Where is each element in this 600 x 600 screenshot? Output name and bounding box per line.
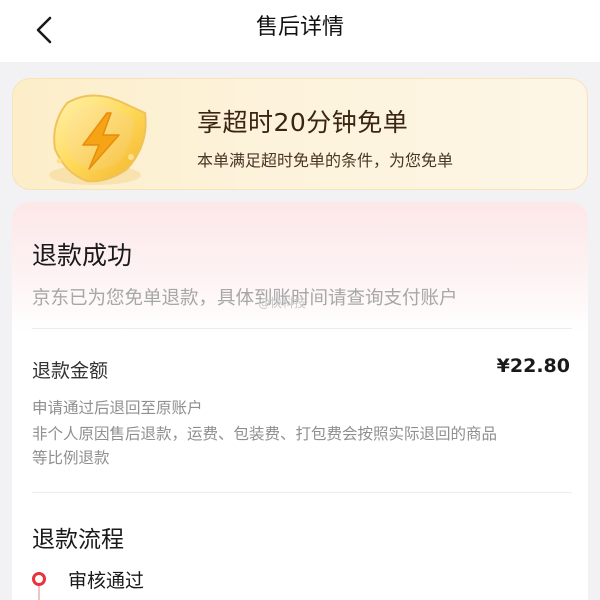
flow-step-label: 审核通过 bbox=[68, 570, 145, 592]
refund-note: 申请通过后退回至原账户 bbox=[32, 399, 203, 417]
divider bbox=[32, 328, 572, 329]
page-title: 售后详情 bbox=[255, 15, 344, 40]
refund-detail-card: 退款成功 京东已为您免单退款，具体到账时间请查询支付账户 退款金额 ¥22.80… bbox=[12, 202, 588, 600]
refund-note: 非个人原因售后退款，运费、包装费、打包费会按照实际退回的商品 bbox=[32, 425, 498, 443]
divider bbox=[32, 492, 572, 493]
nav-bar: 售后详情 bbox=[0, 0, 600, 62]
free-order-promo-card: 享超时20分钟免单 本单满足超时免单的条件，为您免单 bbox=[12, 78, 588, 190]
refund-note: 等比例退款 bbox=[32, 449, 110, 467]
watermark: @快科技 bbox=[258, 296, 307, 310]
step-connector bbox=[38, 586, 40, 600]
refund-flow-title: 退款流程 bbox=[32, 527, 124, 553]
step-dot-icon bbox=[32, 572, 46, 586]
refund-status-title: 退款成功 bbox=[32, 241, 133, 270]
refund-amount-value: ¥22.80 bbox=[496, 355, 570, 377]
promo-title: 享超时20分钟免单 bbox=[197, 108, 409, 137]
promo-subtitle: 本单满足超时免单的条件，为您免单 bbox=[197, 151, 454, 170]
lightning-shield-icon bbox=[27, 83, 167, 189]
refund-amount-label: 退款金额 bbox=[32, 360, 109, 382]
refund-status-desc: 京东已为您免单退款，具体到账时间请查询支付账户 bbox=[32, 288, 458, 309]
